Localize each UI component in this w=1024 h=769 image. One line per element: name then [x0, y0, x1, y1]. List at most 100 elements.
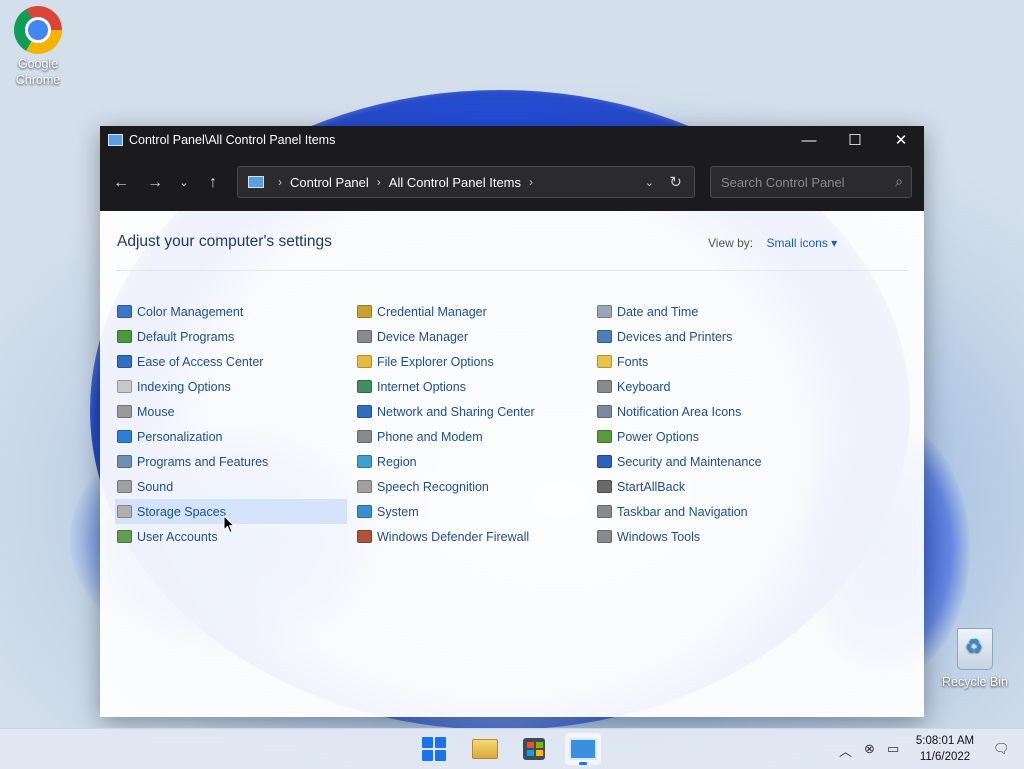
firewall-icon [357, 530, 372, 543]
cpl-item[interactable]: Windows Defender Firewall [355, 524, 587, 549]
display-icon[interactable]: ▭ [887, 741, 899, 757]
programs-features-icon [117, 455, 132, 468]
cpl-item[interactable]: Sound [115, 474, 347, 499]
power-options-icon [597, 430, 612, 443]
refresh-icon[interactable]: ↻ [669, 173, 682, 191]
microsoft-store-button[interactable] [516, 733, 552, 765]
keyboard-icon [597, 380, 612, 393]
cpl-item[interactable]: Fonts [595, 349, 827, 374]
chevron-up-icon[interactable]: ︿ [839, 741, 852, 760]
phone-modem-icon [357, 430, 372, 443]
cpl-item-label: Network and Sharing Center [377, 404, 535, 419]
view-by-dropdown[interactable]: Small icons ▾ [766, 236, 837, 250]
personalization-icon [117, 430, 132, 443]
cpl-item[interactable]: Phone and Modem [355, 424, 587, 449]
control-panel-icon [108, 134, 123, 146]
windows-tools-icon [597, 530, 612, 543]
cpl-item[interactable]: StartAllBack [595, 474, 827, 499]
items-column-3: Date and Time Devices and Printers Fonts Ke… [595, 299, 827, 549]
cpl-item[interactable]: Devices and Printers [595, 324, 827, 349]
start-button[interactable] [416, 733, 452, 765]
breadcrumb-all-items[interactable]: All Control Panel Items [389, 175, 521, 190]
security-maintenance-icon [597, 455, 612, 468]
cpl-item[interactable]: Personalization [115, 424, 347, 449]
file-explorer-button[interactable] [467, 733, 503, 765]
cpl-item[interactable]: Keyboard [595, 374, 827, 399]
system-clock[interactable]: 5:08:01 AM 11/6/2022 [906, 733, 984, 765]
recent-locations-button[interactable]: ⌄ [172, 176, 196, 189]
maximize-button[interactable]: ☐ [832, 126, 878, 154]
cpl-item-label: Personalization [137, 429, 223, 444]
notifications-icon[interactable]: 🗨 [993, 741, 1010, 757]
close-button[interactable]: ✕ [878, 126, 924, 154]
mouse-icon [117, 405, 132, 418]
forward-button[interactable]: → [138, 174, 172, 192]
cpl-item[interactable]: System [355, 499, 587, 524]
cpl-item[interactable]: Device Manager [355, 324, 587, 349]
taskbar: ︿ ⊗ ▭ 5:08:01 AM 11/6/2022 🗨 [0, 728, 1024, 769]
devices-printers-icon [597, 330, 612, 343]
mouse-cursor [223, 515, 235, 534]
cpl-item-label: Indexing Options [137, 379, 231, 394]
network-icon[interactable]: ⊗ [864, 741, 875, 757]
cpl-item[interactable]: Indexing Options [115, 374, 347, 399]
cpl-item[interactable]: Security and Maintenance [595, 449, 827, 474]
address-bar[interactable]: › Control Panel › All Control Panel Item… [237, 166, 695, 198]
cpl-item[interactable]: Taskbar and Navigation [595, 499, 827, 524]
up-button[interactable]: ↑ [196, 174, 230, 192]
divider [116, 270, 908, 271]
cpl-item-label: Credential Manager [377, 304, 487, 319]
title-bar[interactable]: Control Panel\All Control Panel Items — … [100, 126, 924, 154]
cpl-item[interactable]: Notification Area Icons [595, 399, 827, 424]
network-sharing-icon [357, 405, 372, 418]
ease-of-access-icon [117, 355, 132, 368]
cpl-item-label: Mouse [137, 404, 175, 419]
folder-icon [472, 739, 498, 759]
control-panel-taskbar-button[interactable] [565, 733, 601, 765]
cpl-item[interactable]: Internet Options [355, 374, 587, 399]
desktop-icon-chrome[interactable]: Google Chrome [0, 6, 76, 88]
cpl-item-label: Windows Tools [617, 529, 701, 544]
cpl-item[interactable]: Date and Time [595, 299, 827, 324]
cpl-item-label: Fonts [617, 354, 649, 369]
cpl-item[interactable]: File Explorer Options [355, 349, 587, 374]
search-icon[interactable]: ⌕ [895, 173, 903, 190]
cpl-item-label: File Explorer Options [377, 354, 494, 369]
cpl-item-label: Taskbar and Navigation [617, 504, 748, 519]
cpl-item[interactable]: Credential Manager [355, 299, 587, 324]
cpl-item-label: Phone and Modem [377, 429, 483, 444]
cpl-item-label: Sound [137, 479, 174, 494]
desktop-icon-label: Google Chrome [15, 57, 61, 87]
user-accounts-icon [117, 530, 132, 543]
fonts-icon [597, 355, 612, 368]
cpl-item[interactable]: Mouse [115, 399, 347, 424]
address-dropdown-icon[interactable]: ⌄ [645, 176, 654, 189]
cpl-item[interactable]: Speech Recognition [355, 474, 587, 499]
chevron-right-icon[interactable]: › [377, 175, 381, 189]
cpl-item-label: Notification Area Icons [617, 404, 742, 419]
storage-spaces-icon [117, 505, 132, 518]
cpl-item[interactable]: Network and Sharing Center [355, 399, 587, 424]
color-management-icon [117, 305, 132, 318]
cpl-item[interactable]: Color Management [115, 299, 347, 324]
cpl-item-label: User Accounts [137, 529, 218, 544]
chevron-right-icon[interactable]: › [529, 175, 533, 189]
cpl-item-label: System [377, 504, 419, 519]
search-input[interactable] [719, 174, 883, 191]
search-box[interactable]: ⌕ [710, 166, 912, 198]
back-button[interactable]: ← [104, 174, 138, 192]
cpl-item[interactable]: Power Options [595, 424, 827, 449]
cpl-item[interactable]: Default Programs [115, 324, 347, 349]
cpl-item[interactable]: Ease of Access Center [115, 349, 347, 374]
cpl-item-label: StartAllBack [617, 479, 686, 494]
minimize-button[interactable]: — [786, 126, 832, 154]
system-icon [357, 505, 372, 518]
desktop-icon-recycle-bin[interactable]: ♻ Recycle Bin [937, 628, 1013, 690]
cpl-item[interactable]: Programs and Features [115, 449, 347, 474]
cpl-item-label: Devices and Printers [617, 329, 733, 344]
cpl-item-label: Device Manager [377, 329, 469, 344]
cpl-item[interactable]: Windows Tools [595, 524, 827, 549]
control-panel-icon [569, 738, 597, 760]
cpl-item[interactable]: Region [355, 449, 587, 474]
breadcrumb-control-panel[interactable]: Control Panel [290, 175, 369, 190]
